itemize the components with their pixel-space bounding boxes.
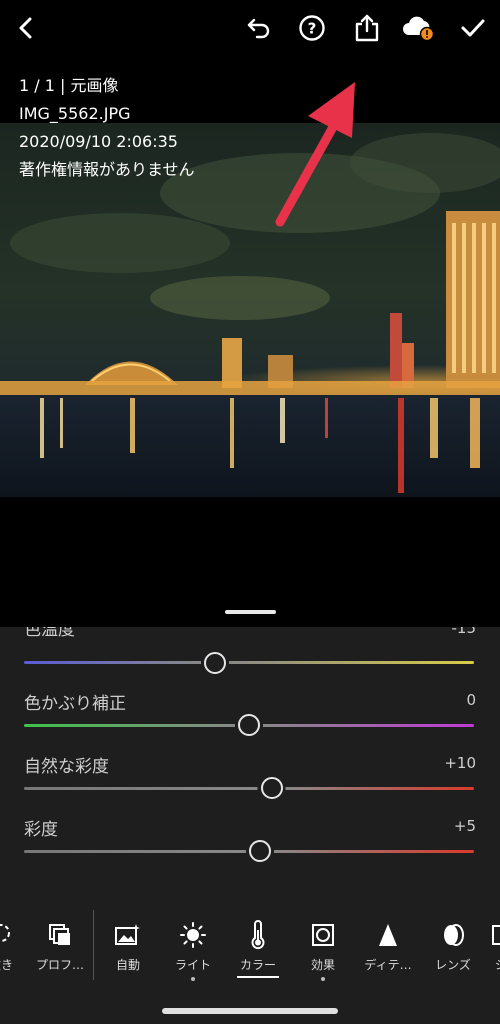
tool-label: 抜き [0,958,13,972]
slider-value: +5 [453,817,476,835]
slider-row-vibrance: 自然な彩度 +10 [0,752,500,812]
tool-effects[interactable]: 効果 [290,920,356,981]
cloud-sync-warning-icon[interactable] [401,10,437,46]
slider-label: 自然な彩度 [24,757,109,777]
saturation-slider-thumb[interactable] [249,840,272,862]
home-indicator[interactable] [162,1008,338,1014]
tool-light[interactable]: ライト [160,920,226,981]
photo-filename: IMG_5562.JPG [19,104,131,123]
undo-icon[interactable] [241,10,277,46]
active-tool-underline [237,976,279,978]
tool-profiles[interactable]: プロフ… [27,920,93,973]
auto-icon [114,920,142,950]
slider-value: +10 [444,754,476,772]
top-toolbar: ? [0,0,500,56]
temperature-slider-track[interactable] [24,661,474,664]
tool-label: ライト [174,958,211,972]
tool-label: ジ [495,956,500,973]
light-icon [179,920,207,950]
vibrance-slider-thumb[interactable] [260,777,283,799]
tool-color[interactable]: カラー [225,920,291,978]
tool-label: プロフ… [35,958,84,972]
svg-text:?: ? [308,20,317,38]
photo-info-overlay: 1 / 1 | 元画像 IMG_5562.JPG 2020/09/10 2:06… [19,72,195,184]
tool-detail[interactable]: ディテ… [355,920,421,973]
slider-label: 彩度 [24,820,58,840]
has-submenu-dot [321,977,325,981]
done-checkmark-icon[interactable] [455,10,491,46]
panel-drag-handle[interactable] [225,610,276,614]
color-thermometer-icon [248,920,268,950]
geometry-icon [489,920,500,950]
tool-auto[interactable]: 自動 [95,920,161,973]
photo-counter: 1 / 1 | 元画像 [19,76,119,95]
tint-slider-thumb[interactable] [238,714,260,736]
slider-value: -15 [451,627,477,637]
temperature-slider-thumb[interactable] [204,652,227,674]
back-chevron-icon[interactable] [8,10,44,46]
tool-label: カラー [239,958,276,972]
slider-label: 色かぶり補正 [24,694,126,714]
edit-tool-bar: 抜き プロフ… 自動 ライト カラー 効果 デ [0,910,500,990]
tool-geometry[interactable]: ジ [468,920,500,973]
effects-icon [310,920,336,950]
slider-label: 色温度 [24,627,75,640]
tool-label: ディテ… [364,958,412,972]
share-icon[interactable] [349,10,385,46]
profiles-icon [47,920,73,950]
slider-row-temperature: 色温度 -15 [0,627,500,687]
selective-icon [0,920,15,950]
detail-icon [376,920,400,950]
slider-row-tint: 色かぶり補正 0 [0,689,500,749]
photo-copyright: 著作権情報がありません [19,160,195,179]
tool-label: レンズ [435,958,471,972]
slider-row-saturation: 彩度 +5 [0,815,500,875]
vibrance-slider-track[interactable] [24,787,474,790]
help-icon[interactable]: ? [294,10,330,46]
tool-label: 効果 [310,958,335,972]
photo-datetime: 2020/09/10 2:06:35 [19,132,178,151]
tool-label: 自動 [115,958,140,972]
slider-value: 0 [466,691,476,709]
has-submenu-dot [191,977,195,981]
lens-icon [440,920,466,950]
